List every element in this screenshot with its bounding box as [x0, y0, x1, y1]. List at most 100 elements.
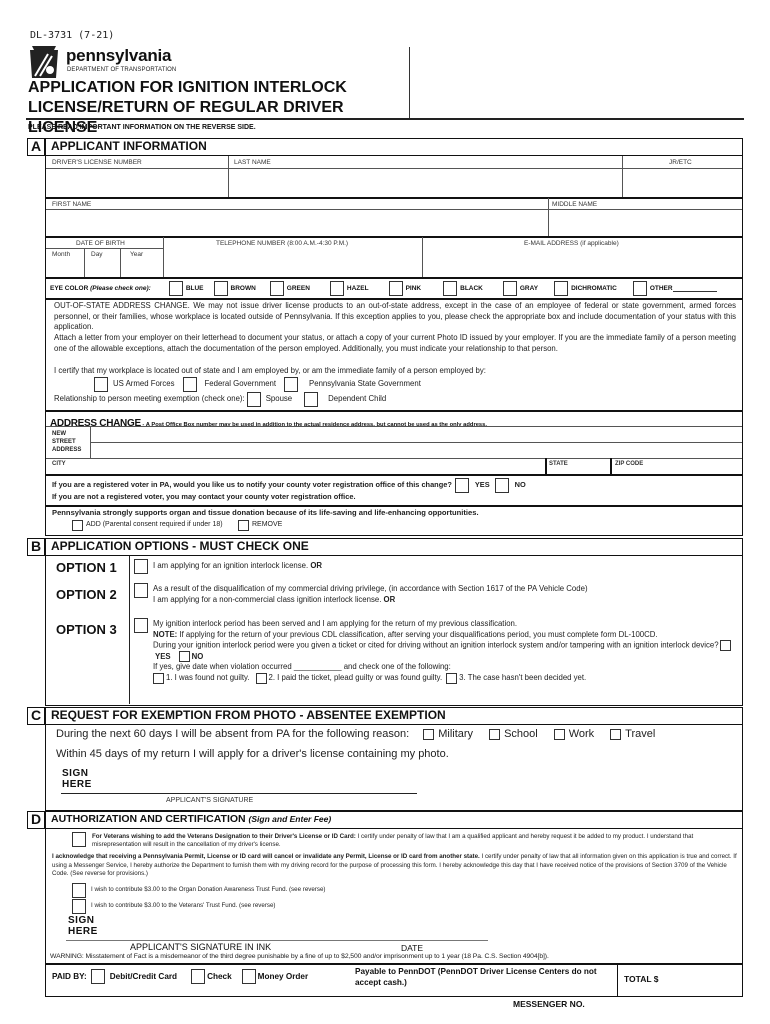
eye-option-label: OTHER: [649, 284, 673, 292]
relationship-option-label: Dependent Child: [328, 394, 387, 404]
section-c-title: REQUEST FOR EXEMPTION FROM PHOTO - ABSEN…: [45, 707, 743, 725]
telephone-input[interactable]: [164, 249, 422, 276]
organ-options: ADD (Parental consent required if under …: [72, 520, 472, 531]
eye-dichromatic-checkbox[interactable]: [554, 280, 569, 296]
outcome-label: 1. I was found not guilty.: [166, 672, 250, 682]
dob-month-input[interactable]: [46, 260, 84, 276]
option-1-label: OPTION 1: [56, 560, 117, 575]
dob-year-input[interactable]: [121, 260, 163, 276]
organ-remove-checkbox[interactable]: [238, 520, 249, 531]
messenger-no-label: MESSENGER NO.: [513, 999, 585, 1009]
employer-label: US Armed Forces: [113, 379, 175, 389]
contrib-veterans-row: I wish to contribute $3.00 to the Vetera…: [72, 899, 572, 914]
zip-input[interactable]: [656, 459, 742, 473]
pay-check-checkbox[interactable]: [191, 969, 206, 984]
date-label: DATE: [401, 943, 424, 953]
option-3-checkbox[interactable]: [134, 618, 148, 633]
voter-question: If you are a registered voter in PA, wou…: [52, 480, 452, 490]
voter-yes-checkbox[interactable]: [454, 478, 469, 493]
city-input[interactable]: [76, 459, 544, 473]
jr-etc-input[interactable]: [623, 169, 742, 197]
pa-state-government-checkbox[interactable]: [284, 377, 299, 392]
section-c-letter: C: [27, 707, 45, 725]
veterans-designation-checkbox[interactable]: [72, 832, 86, 847]
section-b-body: OPTION 1 OPTION 2 OPTION 3 I am applying…: [45, 556, 743, 706]
eye-option-label: BLACK: [460, 284, 483, 292]
reason-military-checkbox[interactable]: [423, 728, 435, 740]
voter-no-checkbox[interactable]: [494, 478, 509, 493]
total-label: TOTAL $: [624, 974, 659, 984]
state-label: STATE: [549, 461, 568, 467]
option-3-yes-checkbox[interactable]: [719, 640, 731, 651]
paid-by-label: PAID BY:: [52, 972, 87, 981]
middle-name-label: MIDDLE NAME: [552, 201, 598, 208]
last-name-input[interactable]: [229, 169, 622, 197]
total-input[interactable]: [668, 967, 740, 993]
option-1-checkbox[interactable]: [134, 559, 148, 574]
dl-number-input[interactable]: [46, 169, 228, 197]
middle-name-input[interactable]: [549, 210, 742, 236]
voter-no-label: NO: [514, 480, 526, 490]
option-2-checkbox[interactable]: [134, 583, 148, 598]
pay-card-checkbox[interactable]: [90, 969, 105, 984]
dob-day-input[interactable]: [85, 260, 120, 276]
option-2-text: As a result of the disqualification of m…: [153, 584, 588, 604]
dependent-child-checkbox[interactable]: [304, 392, 319, 407]
contrib-veterans-checkbox[interactable]: [72, 899, 86, 914]
violation-date-line: If yes, give date when violation occurre…: [153, 662, 451, 672]
option-3-no-checkbox[interactable]: [178, 651, 190, 663]
organ-add-checkbox[interactable]: [72, 520, 83, 531]
street-address-input-2[interactable]: [91, 443, 742, 458]
logo-name: pennsylvania: [66, 46, 172, 65]
federal-government-checkbox[interactable]: [182, 377, 197, 392]
outcome-guilty-checkbox[interactable]: [255, 672, 267, 684]
spouse-checkbox[interactable]: [246, 392, 261, 407]
eye-pink-checkbox[interactable]: [388, 280, 403, 296]
eye-green-checkbox[interactable]: [269, 280, 284, 296]
contrib-veterans-label: I wish to contribute $3.00 to the Vetera…: [91, 902, 276, 910]
first-name-input[interactable]: [46, 210, 548, 236]
state-input[interactable]: [576, 459, 610, 473]
eye-other-input[interactable]: [672, 284, 717, 292]
form-code: DL-3731 (7-21): [30, 30, 115, 41]
penndot-logo: pennsylvania DEPARTMENT OF TRANSPORTATIO…: [30, 46, 210, 78]
reason-work-checkbox[interactable]: [553, 728, 565, 740]
eye-color-label: EYE COLOR (Please check one):: [50, 284, 151, 292]
pay-money-order-checkbox[interactable]: [241, 969, 256, 984]
street-address-input-1[interactable]: [91, 427, 742, 442]
messenger-no-input[interactable]: [610, 997, 740, 1011]
email-label: E-MAIL ADDRESS (if applicable): [524, 240, 619, 247]
eye-black-checkbox[interactable]: [443, 280, 458, 296]
section-d-body: For Veterans wishing to add the Veterans…: [45, 829, 743, 997]
eye-hazel-checkbox[interactable]: [329, 280, 344, 296]
employer-options: US Armed Forces Federal Government Penns…: [94, 377, 694, 392]
new-street-address-label: NEW STREET ADDRESS: [52, 431, 82, 453]
outcome-not-guilty-checkbox[interactable]: [153, 672, 164, 684]
eye-option-label: BROWN: [230, 284, 256, 292]
outcome-undecided-checkbox[interactable]: [446, 672, 458, 684]
contrib-organ-checkbox[interactable]: [72, 883, 86, 898]
eye-brown-checkbox[interactable]: [213, 280, 228, 296]
absence-row: During the next 60 days I will be absent…: [56, 728, 736, 740]
out-of-state-p2: Attach a letter from your employer on th…: [54, 333, 736, 353]
relationship-options: Relationship to person meeting exemption…: [54, 392, 654, 407]
eye-other-checkbox[interactable]: [632, 280, 647, 296]
reason-label: Travel: [625, 728, 656, 740]
last-name-label: LAST NAME: [234, 159, 271, 166]
reason-school-checkbox[interactable]: [489, 728, 501, 740]
applicant-signature-input[interactable]: [106, 768, 416, 792]
title-underline: [26, 118, 744, 120]
telephone-label: TELEPHONE NUMBER (8:00 A.M.-4:30 P.M.): [216, 240, 349, 247]
section-b-letter: B: [27, 538, 45, 556]
option-2-label: OPTION 2: [56, 587, 117, 602]
relationship-label: Relationship to person meeting exemption…: [54, 394, 245, 404]
eye-gray-checkbox[interactable]: [502, 280, 517, 296]
email-input[interactable]: [423, 249, 742, 276]
out-of-state-p1: OUT-OF-STATE ADDRESS CHANGE. We may not …: [54, 301, 736, 331]
reason-travel-checkbox[interactable]: [610, 728, 622, 740]
eye-blue-checkbox[interactable]: [168, 280, 183, 296]
us-armed-forces-checkbox[interactable]: [94, 377, 108, 392]
eye-color-row: EYE COLOR (Please check one): BLUE BROWN…: [50, 278, 742, 298]
veterans-text: For Veterans wishing to add the Veterans…: [92, 833, 694, 848]
signature-in-ink-input[interactable]: [116, 915, 486, 939]
